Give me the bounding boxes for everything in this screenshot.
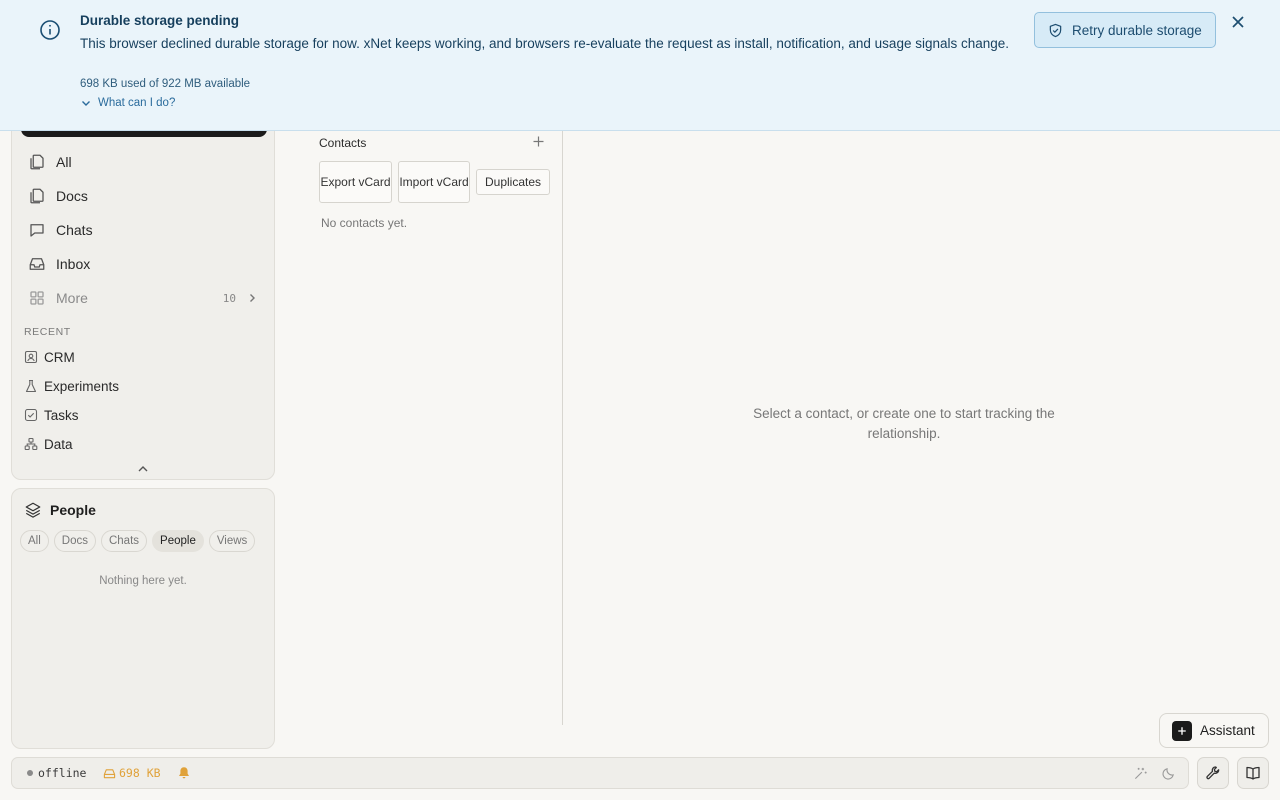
contact-card-icon [24, 350, 38, 364]
docs-reader-button[interactable] [1237, 757, 1269, 789]
recent-item-label: CRM [44, 349, 75, 365]
sidebar-item-more[interactable]: More 10 [20, 283, 268, 313]
connection-status-dot [27, 770, 33, 776]
storage-banner: Durable storage pending This browser dec… [0, 0, 1280, 131]
sidebar-item-all[interactable]: All [20, 147, 268, 177]
grid-icon [28, 289, 46, 307]
sparkle-plus-icon [1172, 720, 1192, 741]
book-open-icon [1245, 765, 1261, 781]
assistant-label: Assistant [1200, 723, 1255, 738]
contacts-panel: Contacts Export vCard Import vCard Dupli… [275, 131, 563, 725]
sidebar-item-chats[interactable]: Chats [20, 215, 268, 245]
connection-status-text: offline [38, 766, 87, 780]
flask-icon [24, 379, 38, 393]
magic-wand-icon[interactable] [1133, 766, 1148, 781]
assistant-button[interactable]: Assistant [1159, 713, 1269, 748]
close-icon[interactable] [1229, 13, 1247, 31]
contacts-title: Contacts [319, 136, 367, 150]
recent-item-crm[interactable]: CRM [24, 345, 264, 369]
recent-item-label: Data [44, 436, 73, 452]
storage-icon [103, 767, 116, 780]
sidebar-nav: All Docs Chats Inbox More 10 RECENT CRM … [11, 110, 275, 480]
filter-chip-chats[interactable]: Chats [100, 530, 148, 552]
detail-empty-state: Select a contact, or create one to start… [753, 406, 1055, 441]
bell-icon[interactable] [177, 766, 191, 780]
more-count-badge: 10 [222, 291, 236, 305]
filter-chip-views[interactable]: Views [208, 530, 256, 552]
recent-section-label: RECENT [24, 326, 71, 338]
filter-chip-all[interactable]: All [20, 530, 49, 552]
people-panel: People All Docs Chats People Views Nothi… [11, 488, 275, 749]
people-title: People [50, 502, 96, 518]
docs-icon [28, 153, 46, 171]
info-icon [39, 19, 61, 41]
status-bar: offline 698 KB [11, 757, 1189, 789]
chevron-down-icon [80, 97, 92, 109]
sidebar-item-label: Docs [56, 188, 88, 204]
recent-item-experiments[interactable]: Experiments [24, 374, 264, 398]
contacts-empty-state: No contacts yet. [321, 216, 408, 230]
recent-item-label: Experiments [44, 378, 120, 394]
docs-icon [28, 187, 46, 205]
graph-icon [24, 437, 38, 451]
sidebar-item-label: Chats [56, 222, 93, 238]
retry-durable-storage-button[interactable]: Retry durable storage [1034, 12, 1216, 48]
sidebar-item-label: All [56, 154, 72, 170]
moon-icon[interactable] [1161, 766, 1176, 781]
import-vcard-button[interactable]: Import vCard [398, 161, 470, 203]
sidebar-item-label: More [56, 290, 88, 306]
chevron-right-icon [246, 292, 258, 304]
banner-message: This browser declined durable storage fo… [80, 36, 1010, 51]
layers-icon [24, 501, 42, 519]
export-vcard-button[interactable]: Export vCard [319, 161, 392, 203]
storage-usage-indicator[interactable]: 698 KB [119, 766, 161, 780]
sidebar-item-label: Inbox [56, 256, 91, 272]
recent-item-data[interactable]: Data [24, 432, 264, 456]
checkbox-icon [24, 408, 38, 422]
chat-icon [28, 221, 46, 239]
people-header: People [24, 501, 96, 519]
sidebar-item-docs[interactable]: Docs [20, 181, 268, 211]
sidebar-item-inbox[interactable]: Inbox [20, 249, 268, 279]
wrench-icon [1205, 765, 1221, 781]
banner-title: Durable storage pending [80, 13, 240, 28]
chevron-up-icon[interactable] [136, 463, 150, 475]
inbox-icon [28, 255, 46, 273]
recent-item-tasks[interactable]: Tasks [24, 403, 264, 427]
devtools-button[interactable] [1197, 757, 1229, 789]
storage-usage-text: 698 KB used of 922 MB available [80, 78, 251, 90]
retry-button-label: Retry durable storage [1072, 22, 1202, 38]
filter-chip-docs[interactable]: Docs [53, 530, 96, 552]
plus-icon[interactable] [532, 135, 545, 148]
duplicates-button[interactable]: Duplicates [476, 169, 550, 195]
recent-item-label: Tasks [44, 407, 79, 423]
filter-chip-people[interactable]: People [152, 530, 204, 552]
people-filter-chips: All Docs Chats People Views [20, 530, 256, 552]
shield-check-icon [1048, 23, 1063, 38]
help-disclosure-link[interactable]: What can I do? [80, 97, 175, 109]
help-link-label: What can I do? [98, 97, 176, 109]
people-empty-state: Nothing here yet. [99, 575, 187, 587]
